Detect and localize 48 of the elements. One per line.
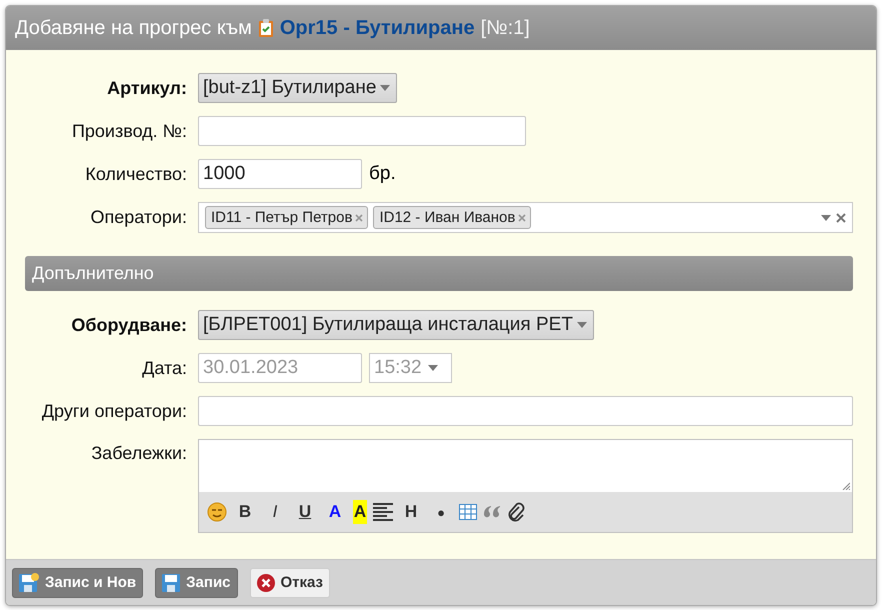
save-and-new-button[interactable]: Запис и Нов [12,568,144,598]
heading-button[interactable]: H [399,500,423,524]
remove-icon[interactable] [518,214,526,222]
highlight-button[interactable]: A [353,500,367,524]
paperclip-icon[interactable] [507,502,525,522]
save-button[interactable]: Запис [155,568,238,598]
input-field[interactable] [198,116,526,146]
text-color-button[interactable]: A [323,500,347,524]
tag-input-field[interactable]: ID11 - Петър Петров ID12 - Иван Иванов [198,202,853,233]
field-label: Забележки: [91,442,187,464]
quote-icon[interactable] [483,505,501,519]
floppy-disk-new-icon [18,572,40,592]
field-label: Оператори: [90,207,187,228]
caret-icon [380,85,390,91]
underline-button[interactable]: U [293,500,317,524]
bullet-list-button[interactable]: ● [429,500,453,524]
clear-icon[interactable] [836,212,846,222]
input-field[interactable]: 1000 [198,159,362,189]
cancel-icon [256,572,276,592]
field-label: Производ. №: [72,120,187,142]
bold-button[interactable]: B [233,500,257,524]
field-label: Количество: [85,164,187,184]
field-label: Дата: [142,358,187,378]
align-icon[interactable] [373,503,393,521]
smiley-icon[interactable] [207,502,227,522]
record-number: [№:1] [480,16,530,40]
resize-grip-icon[interactable] [842,482,850,490]
window-title: Добавяне на прогрес към [15,16,252,40]
field-label: Артикул: [107,78,187,98]
tag-chip[interactable]: ID11 - Петър Петров [205,206,368,229]
remove-icon[interactable] [355,214,364,222]
italic-button[interactable]: I [263,500,287,524]
rich-text-editor[interactable]: B I U A A H ● [198,439,853,533]
caret-icon [576,322,587,328]
caret-icon [428,365,438,371]
table-icon[interactable] [459,504,477,520]
cancel-button[interactable]: Отказ [250,568,330,598]
clipboard-check-icon [258,18,274,38]
input-field[interactable] [198,396,853,426]
date-field[interactable]: 30.01.2023 [198,353,362,383]
select-field[interactable]: [БЛРЕТ001] Бутилираща инсталация PET [198,310,594,340]
tag-chip[interactable]: ID12 - Иван Иванов [373,206,532,229]
select-field[interactable]: [but-z1] Бутилиране [198,73,398,103]
field-label: Оборудване: [71,314,187,336]
caret-icon [821,214,831,220]
unit-label: бр. [369,163,396,185]
section-header: Допълнително [25,256,853,291]
field-label: Други оператори: [42,400,187,422]
